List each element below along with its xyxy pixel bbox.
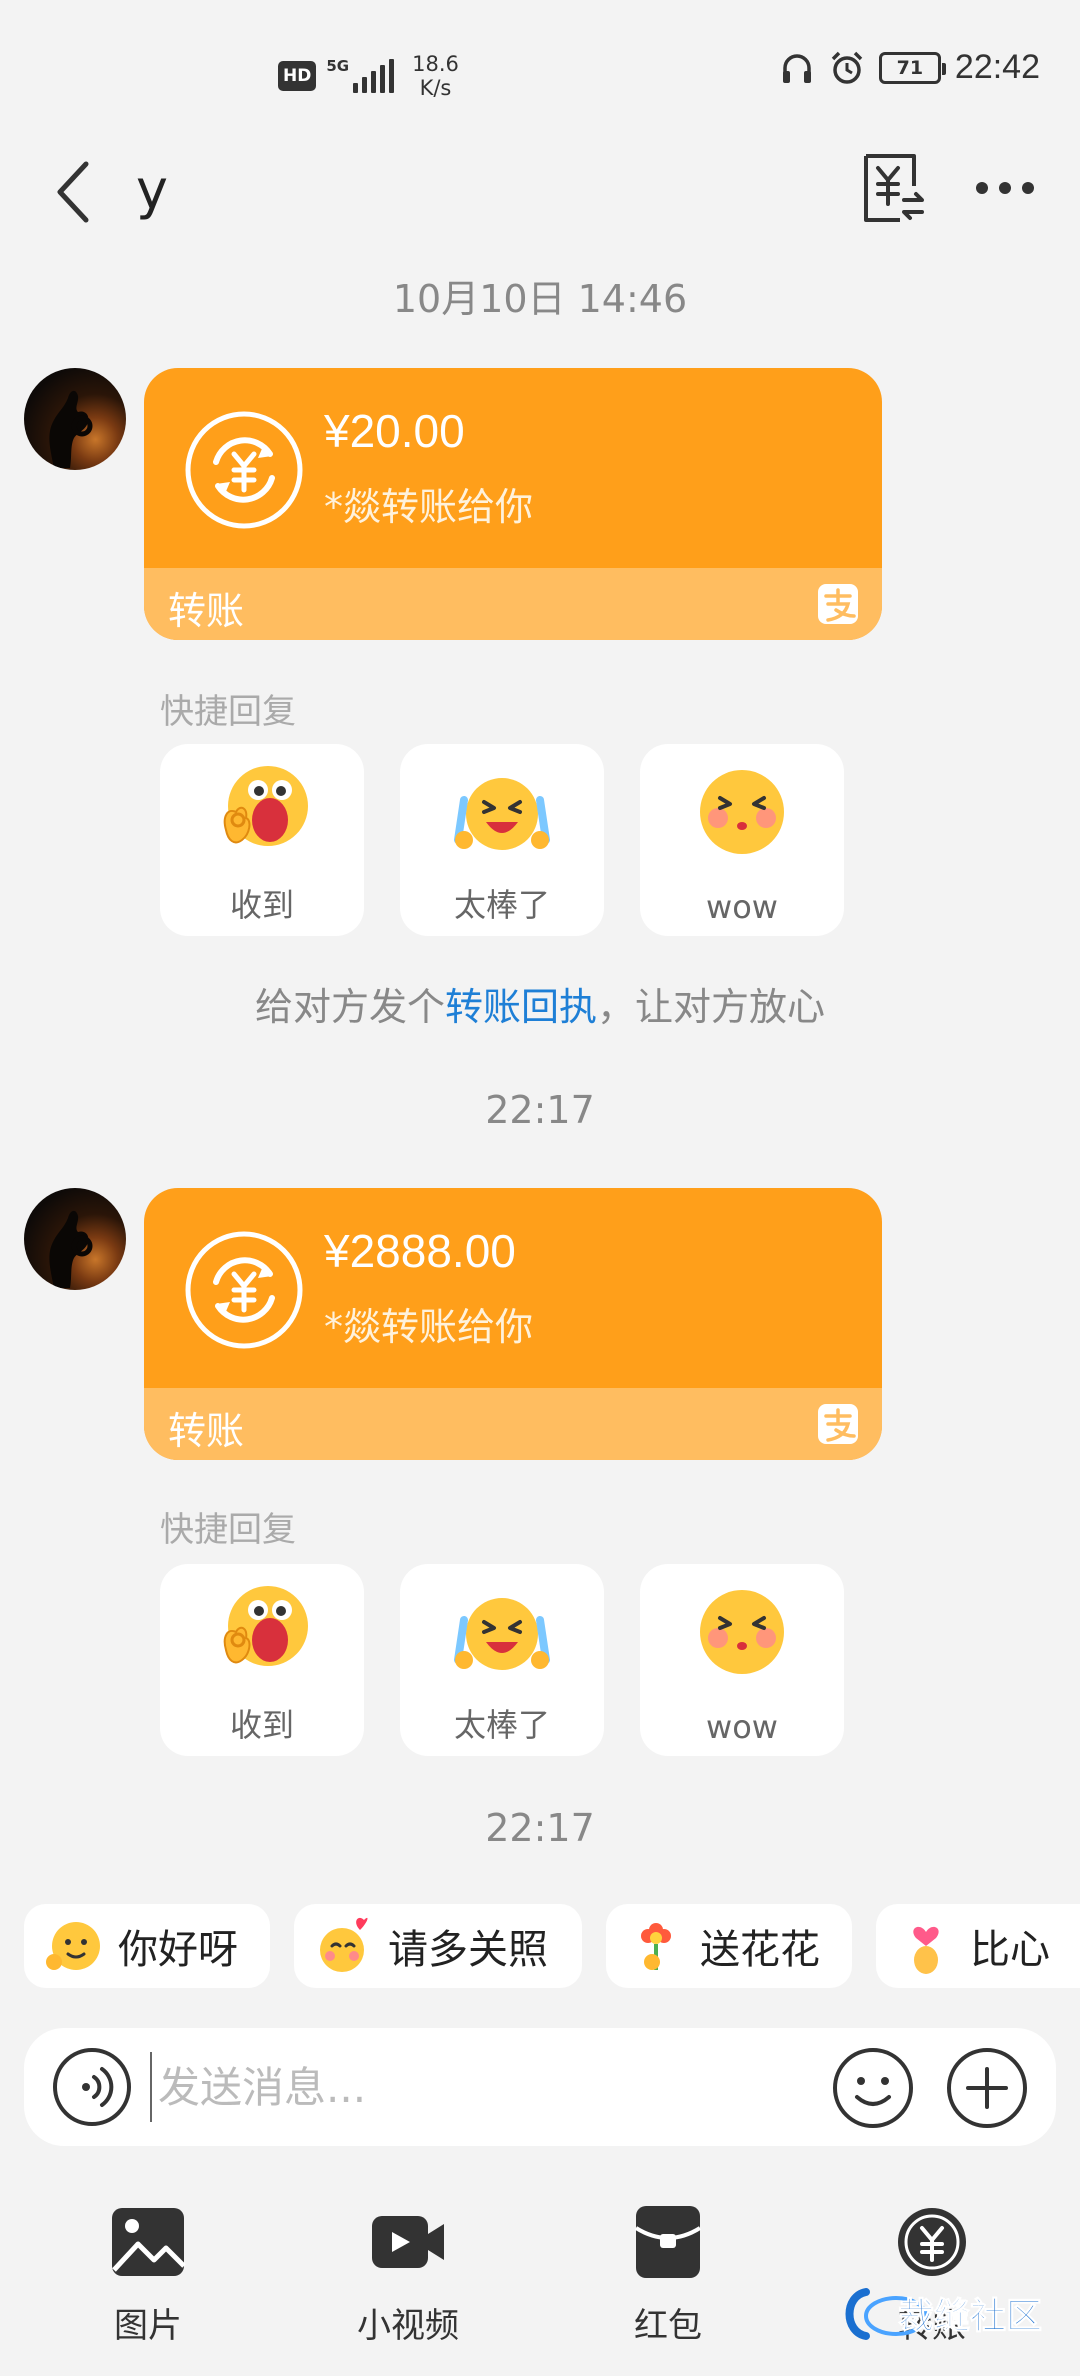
quick-reply-title: 快捷回复: [160, 692, 296, 732]
alarm-icon: [831, 51, 863, 84]
more-dot-icon: [976, 182, 988, 194]
message-input-bar: [24, 2028, 1056, 2146]
svg-text:裁缝社区: 裁缝社区: [898, 2296, 1042, 2337]
quick-reply-label: wow: [706, 888, 778, 926]
quick-reply-received[interactable]: 收到: [160, 744, 364, 936]
voice-input-icon[interactable]: [52, 2047, 132, 2127]
transfer-record-icon[interactable]: [856, 150, 926, 226]
transfer-card[interactable]: ¥2888.00 *燚转账给你 转账: [144, 1188, 882, 1460]
image-icon: [112, 2208, 186, 2276]
contact-name: y: [136, 158, 168, 221]
message-timestamp: 22:17: [485, 1806, 595, 1850]
transfer-card-footer: 转账: [144, 1388, 882, 1460]
message-input[interactable]: [150, 2052, 710, 2122]
finger-heart-icon: [913, 1926, 939, 1974]
suggestion-chip-label: 比心: [970, 1927, 1050, 1973]
transfer-amount: ¥2888.00: [324, 1225, 516, 1277]
quick-reply-wow[interactable]: wow: [640, 1564, 844, 1756]
toolbar-label: 红包: [634, 2306, 702, 2346]
blushing-emoji-icon: [700, 1590, 784, 1674]
battery-level: 71: [896, 56, 924, 79]
toolbar-label: 小视频: [357, 2306, 459, 2346]
toolbar-red-packet[interactable]: 红包: [578, 2204, 758, 2354]
quick-reply-great[interactable]: 太棒了: [400, 1564, 604, 1756]
cheering-emoji-icon: [454, 1598, 550, 1670]
suggestion-chip-label: 你好呀: [118, 1927, 238, 1973]
more-dot-icon: [1022, 182, 1034, 194]
suggestion-chip-label: 请多关照: [388, 1927, 548, 1973]
network-indicators: HD 5G 18.6 K/s: [278, 52, 459, 100]
hearts-emoji-icon: [320, 1917, 368, 1972]
yen-exchange-icon: [185, 1231, 303, 1349]
quick-reply-label: wow: [706, 1708, 778, 1746]
transfer-card[interactable]: ¥20.00 *燚转账给你 转账: [144, 368, 882, 640]
suggestion-chip-flowers[interactable]: 送花花: [606, 1904, 852, 1988]
quick-reply-label: 收到: [229, 886, 294, 924]
transfer-card-body: ¥20.00 *燚转账给你: [144, 368, 882, 568]
ok-emoji-icon: [223, 766, 308, 846]
ok-emoji-icon: [223, 1586, 308, 1666]
transfer-card-body: ¥2888.00 *燚转账给你: [144, 1188, 882, 1388]
plus-icon[interactable]: [946, 2047, 1028, 2129]
status-time: 22:42: [954, 48, 1040, 86]
status-bar: HD 5G 18.6 K/s 71 22:42: [0, 0, 1080, 140]
transfer-description: *燚转账给你: [324, 1305, 534, 1349]
hello-emoji-icon: [46, 1922, 100, 1970]
hd-badge: HD: [278, 61, 317, 91]
battery-icon: 71: [878, 51, 946, 84]
quick-reply-label: 太棒了: [453, 1706, 550, 1744]
community-watermark-logo: 裁缝社区: [845, 2288, 1043, 2340]
quick-reply-great[interactable]: 太棒了: [400, 744, 604, 936]
receipt-hint-text: ，让对方放心: [597, 985, 826, 1029]
receipt-hint: 给对方发个转账回执，让对方放心: [0, 976, 1080, 1031]
hand-silhouette-icon: [49, 390, 93, 468]
alipay-icon: [818, 1404, 858, 1444]
chevron-left-icon: [57, 161, 89, 223]
signal-strength-icon: 5G: [326, 57, 395, 93]
network-speed: 18.6 K/s: [412, 52, 459, 100]
quick-reply-wow[interactable]: wow: [640, 744, 844, 936]
video-icon: [372, 2216, 444, 2268]
quick-reply-label: 太棒了: [453, 886, 550, 924]
quick-reply-received[interactable]: 收到: [160, 1564, 364, 1756]
contact-avatar[interactable]: [24, 368, 126, 470]
transfer-yen-icon: [898, 2208, 966, 2276]
network-speed-unit: K/s: [419, 76, 452, 100]
more-options-button[interactable]: [970, 160, 1040, 216]
more-dot-icon: [999, 182, 1011, 194]
transfer-amount: ¥20.00: [324, 405, 465, 457]
transfer-description: *燚转账给你: [324, 485, 534, 529]
quick-reply-label: 收到: [229, 1706, 294, 1744]
hand-silhouette-icon: [49, 1210, 93, 1288]
transfer-receipt-link[interactable]: 转账回执: [445, 985, 597, 1029]
transfer-label: 转账: [168, 589, 245, 633]
chat-header: y: [0, 140, 1080, 260]
toolbar-label: 图片: [114, 2306, 182, 2346]
emoji-icon[interactable]: [832, 2047, 914, 2129]
red-packet-icon: [634, 2206, 702, 2278]
cheering-emoji-icon: [454, 778, 550, 850]
transfer-card-footer: 转账: [144, 568, 882, 640]
headphones-icon: [782, 53, 811, 83]
contact-avatar[interactable]: [24, 1188, 126, 1290]
toolbar-short-video[interactable]: 小视频: [318, 2204, 498, 2354]
suggestion-chip-please[interactable]: 请多关照: [294, 1904, 582, 1988]
message-timestamp: 22:17: [485, 1088, 595, 1132]
alipay-icon: [818, 584, 858, 624]
flower-icon: [641, 1923, 671, 1970]
system-indicators: 71 22:42: [779, 48, 1040, 87]
suggestion-chip-hello[interactable]: 你好呀: [24, 1904, 270, 1988]
blushing-emoji-icon: [700, 770, 784, 854]
network-speed-value: 18.6: [412, 52, 459, 76]
quick-reply-title: 快捷回复: [160, 1510, 296, 1550]
receipt-hint-text: 给对方发个: [254, 985, 445, 1029]
toolbar-photo[interactable]: 图片: [58, 2204, 238, 2354]
network-type: 5G: [326, 57, 350, 75]
suggestion-chip-heart[interactable]: 比心: [876, 1904, 1080, 1988]
message-timestamp: 10月10日 14:46: [392, 277, 688, 321]
transfer-label: 转账: [168, 1409, 245, 1453]
suggestion-chip-label: 送花花: [700, 1927, 820, 1973]
yen-exchange-icon: [185, 411, 303, 529]
back-button[interactable]: [44, 152, 104, 232]
